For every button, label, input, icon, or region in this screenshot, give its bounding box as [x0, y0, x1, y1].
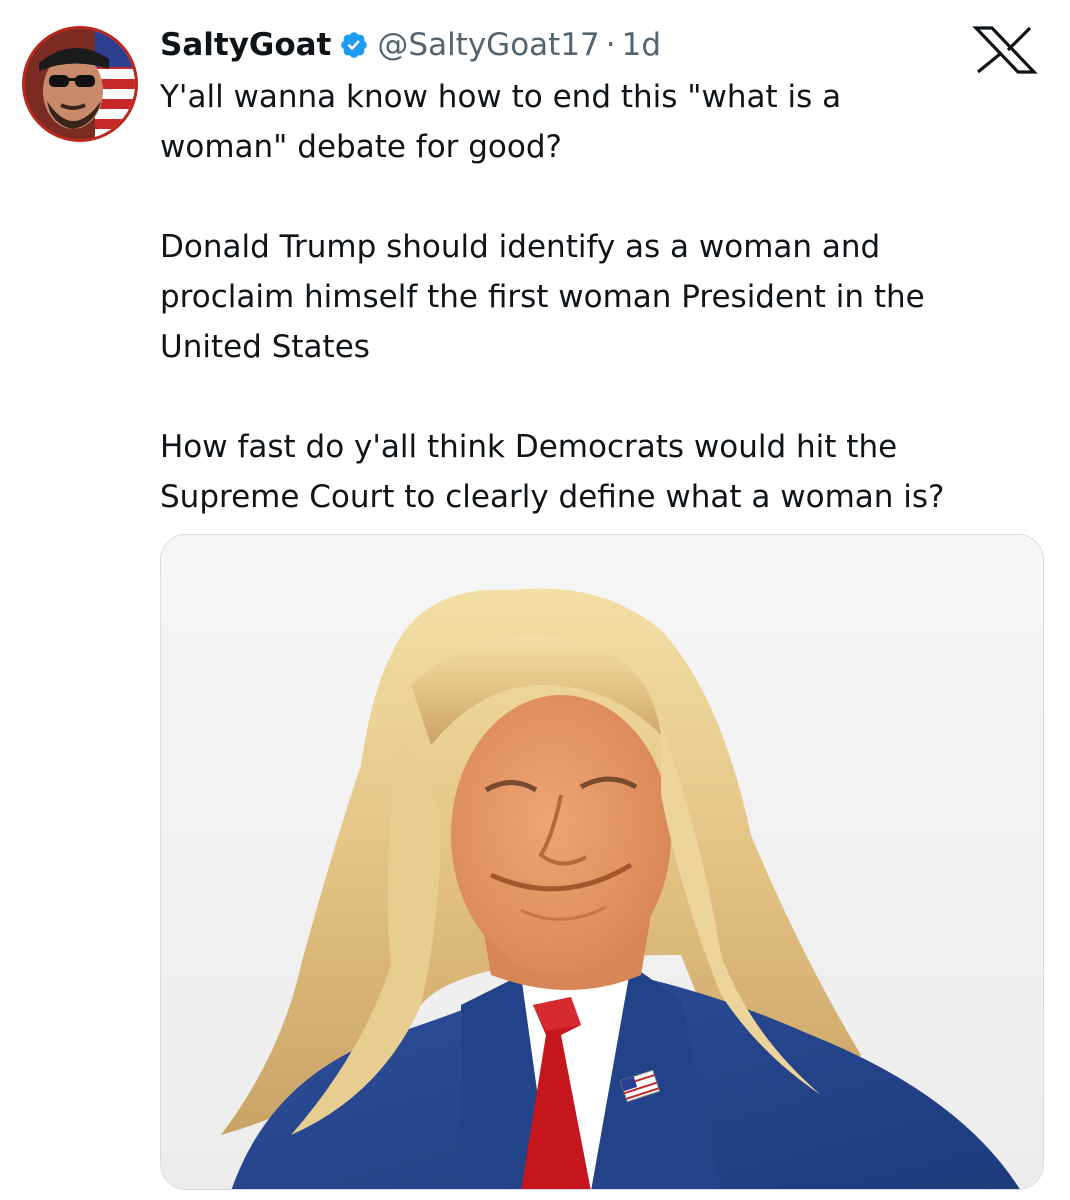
tweet-paragraph: Y'all wanna know how to end this "what i… [160, 79, 842, 165]
avatar[interactable] [22, 26, 138, 142]
verified-badge-icon [339, 30, 369, 60]
user-handle[interactable]: @SaltyGoat17 [377, 27, 599, 63]
tweet-text: Y'all wanna know how to end this "what i… [160, 72, 1050, 522]
tweet-header: SaltyGoat @SaltyGoat17 · 1d [160, 22, 661, 68]
display-name[interactable]: SaltyGoat [160, 27, 331, 63]
tweet-card: SaltyGoat @SaltyGoat17 · 1d Y'all wanna … [0, 0, 1070, 1200]
x-logo-icon [970, 26, 1040, 74]
photo-illustration [161, 535, 1043, 1189]
separator-dot: · [605, 27, 616, 63]
tweet-paragraph: How fast do y'all think Democrats would … [160, 429, 945, 515]
tweet-media-image[interactable] [160, 534, 1044, 1190]
avatar-image [25, 29, 135, 139]
tweet-paragraph: Donald Trump should identify as a woman … [160, 229, 925, 365]
timestamp[interactable]: 1d [622, 27, 661, 63]
